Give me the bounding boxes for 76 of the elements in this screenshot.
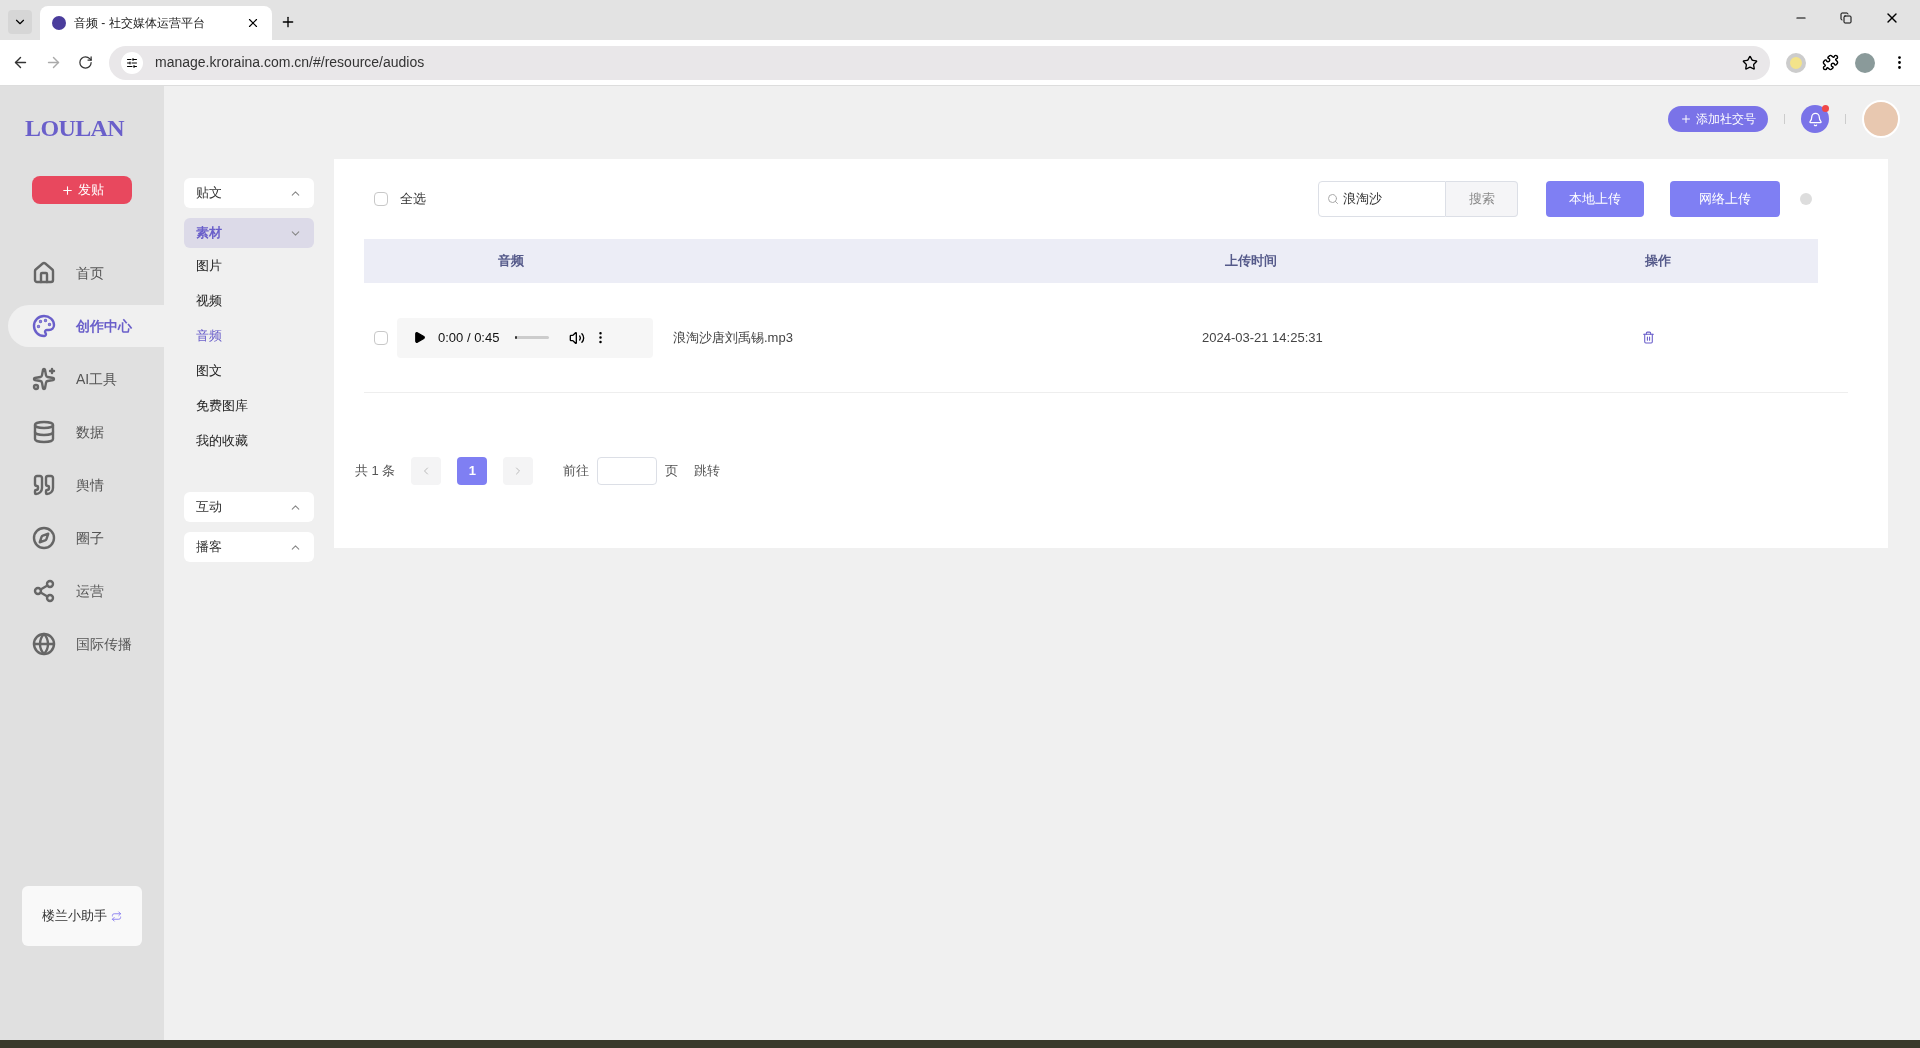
assistant-label: 楼兰小助手 — [42, 907, 107, 926]
play-icon[interactable] — [413, 331, 426, 344]
menu-group[interactable]: 播客 — [184, 532, 314, 562]
tab-list-button[interactable] — [8, 10, 32, 34]
close-icon[interactable] — [246, 16, 260, 30]
delete-icon[interactable] — [1642, 331, 1655, 344]
checkbox[interactable] — [374, 330, 388, 345]
nav-item[interactable]: 国际传播 — [8, 623, 164, 665]
post-button[interactable]: 发贴 — [32, 176, 132, 204]
submenu-item[interactable]: 免费图库 — [184, 388, 314, 423]
plus-icon — [60, 183, 74, 197]
menu-group[interactable]: 互动 — [184, 492, 314, 522]
restore-icon[interactable] — [1840, 12, 1852, 24]
column-header: 上传时间 — [1224, 252, 1278, 271]
new-tab-icon[interactable] — [280, 14, 296, 30]
reload-icon[interactable] — [78, 55, 93, 70]
page-button[interactable]: 1 — [457, 457, 488, 485]
upload-time: 2024-03-21 14:25:31 — [1202, 328, 1324, 347]
submenu-item[interactable]: 图片 — [184, 248, 314, 283]
address-bar[interactable]: manage.kroraina.com.cn/#/resource/audios — [109, 45, 1770, 80]
submenu-item[interactable]: 音频 — [184, 318, 314, 353]
notification-button[interactable] — [1801, 105, 1829, 133]
logo: LOULAN — [24, 114, 126, 143]
browser-tab[interactable]: 音频 - 社交媒体运营平台 — [40, 6, 272, 40]
submenu-item[interactable]: 图文 — [184, 353, 314, 388]
jump-link[interactable]: 跳转 — [694, 461, 721, 481]
nav-item[interactable]: AI工具 — [8, 358, 164, 400]
bookmark-icon[interactable] — [1742, 54, 1758, 71]
audio-filename: 浪淘沙唐刘禹锡.mp3 — [673, 328, 794, 347]
site-info-icon[interactable] — [121, 51, 143, 74]
url-text: manage.kroraina.com.cn/#/resource/audios — [155, 53, 426, 72]
submenu-item[interactable]: 视频 — [184, 283, 314, 318]
bell-icon — [1807, 111, 1823, 127]
tab-title: 音频 - 社交媒体运营平台 — [74, 15, 206, 32]
nav-item[interactable]: 数据 — [8, 411, 164, 453]
palette-icon — [32, 314, 56, 338]
column-header: 操作 — [1644, 252, 1672, 271]
menu-group[interactable]: 素材 — [184, 218, 314, 248]
audio-player[interactable]: 0:00 / 0:45 — [397, 317, 653, 358]
search-field[interactable]: 浪淘沙 — [1318, 181, 1446, 217]
profile-avatar[interactable] — [1855, 52, 1875, 73]
assistant-card[interactable]: 楼兰小助手 — [22, 886, 142, 946]
sparkle-icon — [32, 367, 56, 391]
search-icon — [1327, 193, 1339, 205]
column-header: 音频 — [497, 252, 525, 271]
plus-icon — [1680, 113, 1692, 125]
home-icon — [32, 261, 56, 285]
goto-label: 前往 — [563, 462, 590, 481]
swap-icon — [111, 910, 122, 922]
page-input[interactable] — [597, 457, 658, 485]
search-button[interactable]: 搜索 — [1446, 181, 1518, 217]
add-account-button[interactable]: 添加社交号 — [1668, 106, 1768, 132]
globe-icon — [32, 632, 56, 656]
nav-item[interactable]: 圈子 — [8, 517, 164, 559]
checkbox[interactable] — [374, 192, 388, 206]
database-icon — [32, 420, 56, 444]
nav-item[interactable]: 舆情 — [8, 464, 164, 506]
nav-item[interactable]: 运营 — [8, 570, 164, 612]
submenu-item[interactable]: 我的收藏 — [184, 423, 314, 458]
upload-button[interactable]: 本地上传 — [1546, 181, 1644, 217]
playback-time: 0:00 / 0:45 — [438, 328, 500, 347]
nav-item[interactable]: 首页 — [8, 252, 164, 294]
total-count: 共 1 条 — [355, 462, 396, 481]
site-favicon-icon — [52, 16, 66, 30]
quote-icon — [32, 473, 56, 497]
volume-icon[interactable] — [569, 329, 586, 346]
nav-item[interactable]: 创作中心 — [8, 305, 164, 347]
network-icon — [32, 579, 56, 603]
progress-track[interactable] — [515, 336, 550, 339]
menu-group[interactable]: 贴文 — [184, 178, 314, 208]
back-icon[interactable] — [12, 54, 29, 71]
upload-button[interactable]: 网络上传 — [1670, 181, 1780, 217]
page-unit: 页 — [665, 462, 679, 481]
extensions-icon[interactable] — [1822, 54, 1839, 71]
compass-icon — [32, 526, 56, 550]
select-all-label: 全选 — [400, 190, 426, 209]
